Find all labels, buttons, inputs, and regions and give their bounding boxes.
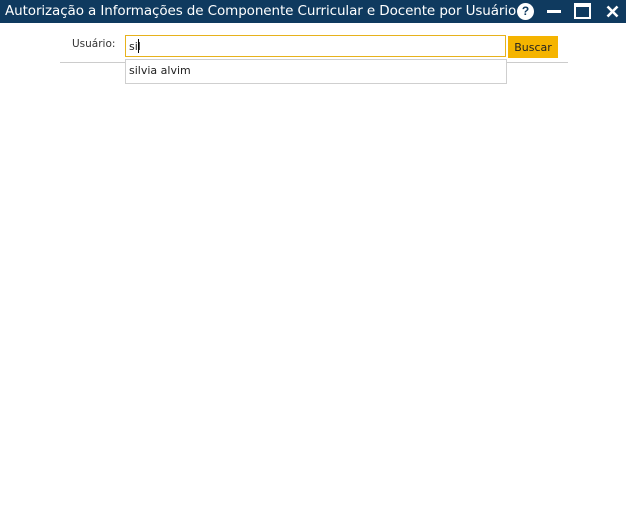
minimize-icon	[547, 10, 561, 13]
close-button[interactable]	[601, 0, 625, 23]
autocomplete-option[interactable]: silvia alvim	[129, 64, 191, 77]
close-icon	[606, 5, 619, 18]
search-button[interactable]: Buscar	[508, 36, 558, 58]
user-label: Usuário:	[72, 38, 116, 50]
minimize-button[interactable]	[543, 0, 567, 23]
help-button[interactable]: ?	[514, 0, 538, 23]
maximize-icon	[574, 3, 591, 19]
autocomplete-dropdown: silvia alvim	[125, 59, 507, 84]
title-bar: Autorização a Informações de Componente …	[0, 0, 626, 23]
user-search-input[interactable]	[125, 35, 506, 57]
maximize-button[interactable]	[571, 0, 595, 23]
help-icon: ?	[517, 3, 534, 20]
window-title: Autorização a Informações de Componente …	[5, 3, 517, 19]
text-caret	[138, 39, 139, 53]
